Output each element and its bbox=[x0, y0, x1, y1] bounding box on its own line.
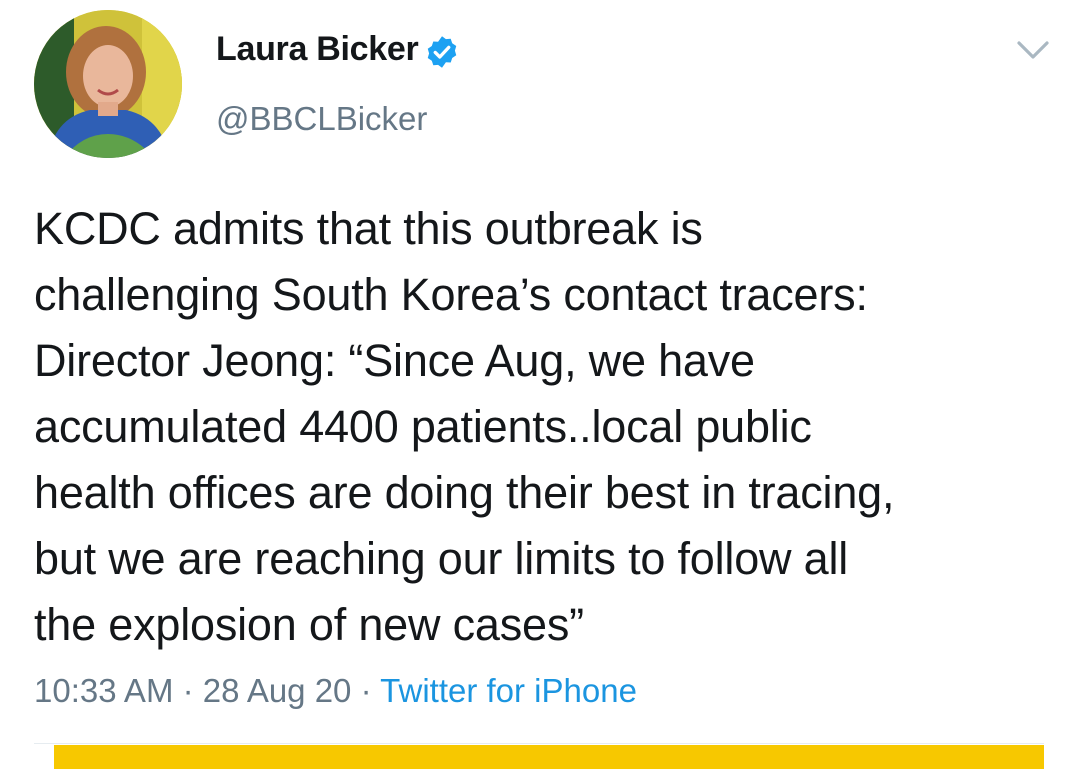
display-name[interactable]: Laura Bicker bbox=[216, 30, 419, 69]
avatar[interactable] bbox=[34, 10, 182, 158]
meta-separator: · bbox=[351, 672, 381, 709]
tweet-card: Laura Bicker @BBCLBicker KCDC admits tha… bbox=[0, 0, 1080, 769]
tweet-date[interactable]: 28 Aug 20 bbox=[203, 672, 352, 709]
avatar-image bbox=[34, 10, 182, 158]
tweet-metadata: 10:33 AM · 28 Aug 20 · Twitter for iPhon… bbox=[34, 672, 637, 710]
tweet-time[interactable]: 10:33 AM bbox=[34, 672, 173, 709]
tweet-source-link[interactable]: Twitter for iPhone bbox=[380, 672, 637, 709]
meta-separator: · bbox=[173, 672, 203, 709]
user-handle[interactable]: @BBCLBicker bbox=[216, 100, 427, 138]
chevron-down-icon[interactable] bbox=[1016, 38, 1050, 62]
verified-badge-icon bbox=[427, 36, 457, 68]
divider bbox=[34, 743, 1044, 744]
tweet-text: KCDC admits that this outbreak is challe… bbox=[34, 203, 895, 650]
accent-bar bbox=[54, 745, 1044, 769]
